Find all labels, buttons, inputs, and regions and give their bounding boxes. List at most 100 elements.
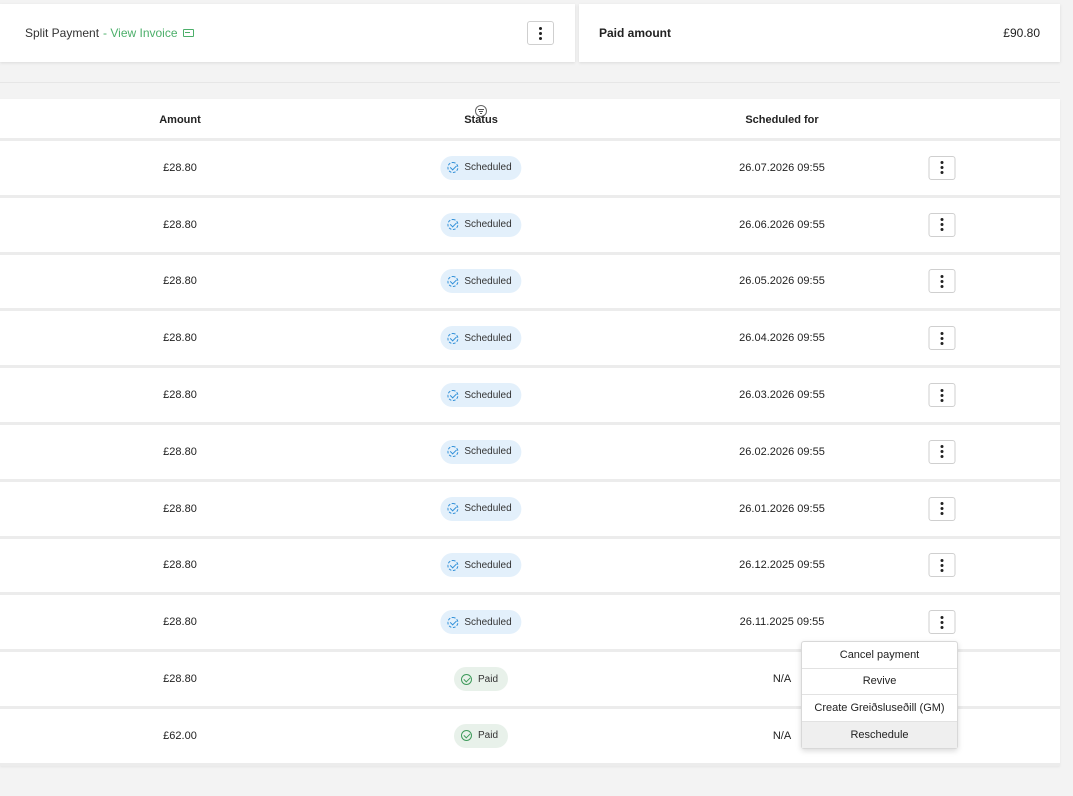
status-label: Scheduled [464, 616, 512, 628]
menu-item-cancel-payment[interactable]: Cancel payment [802, 642, 957, 669]
table-row: £28.80 Scheduled 26.03.2026 09:55 [0, 368, 1060, 425]
dot-icon [539, 36, 542, 40]
amount-cell: £28.80 [163, 445, 197, 458]
section-divider [0, 82, 1060, 83]
dot-icon [539, 31, 542, 35]
dot-icon [940, 625, 944, 629]
scheduled-for-cell: 26.01.2026 09:55 [739, 502, 825, 515]
dot-icon [940, 171, 944, 175]
amount-cell: £28.80 [163, 502, 197, 515]
dot-icon [940, 336, 944, 340]
row-actions-button[interactable] [928, 326, 956, 351]
status-badge: Scheduled [440, 553, 522, 578]
view-invoice-link[interactable]: - View Invoice [103, 26, 194, 40]
table-row: £28.80 Scheduled 26.02.2026 09:55 [0, 424, 1060, 482]
row-actions-button[interactable] [928, 610, 956, 635]
row-actions-button[interactable] [928, 496, 956, 521]
dot-icon [940, 279, 944, 283]
row-actions-button[interactable] [928, 439, 956, 464]
dot-icon [940, 455, 944, 459]
row-actions-menu: Cancel payment Revive Create Greiðsluseðil… [801, 641, 958, 749]
amount-cell: £28.80 [163, 161, 197, 174]
check-circle-icon [460, 730, 472, 742]
status-label: Paid [477, 673, 499, 685]
amount-cell: £28.80 [163, 275, 197, 288]
scheduled-for-cell: N/A [772, 673, 792, 686]
scheduled-check-icon [447, 219, 459, 231]
paid-amount-card: Paid amount £90.80 [579, 4, 1060, 62]
dot-icon [940, 228, 944, 232]
table-row: £28.80 Scheduled 26.04.2026 09:55 [0, 311, 1060, 369]
menu-item-create-grei-sluse-ill-gm[interactable]: Create Greiðsluseðill (GM) [802, 695, 957, 722]
table-row: £28.80 Scheduled 26.05.2026 09:55 [0, 254, 1060, 312]
status-label: Scheduled [464, 389, 512, 401]
table-row: £28.80 Scheduled 26.12.2025 09:55 [0, 538, 1060, 596]
dot-icon [940, 445, 944, 449]
amount-cell: £28.80 [163, 673, 197, 686]
scheduled-check-icon [447, 559, 459, 571]
dot-icon [940, 507, 944, 511]
amount-cell: £28.80 [163, 559, 197, 572]
dot-icon [539, 26, 542, 30]
scheduled-for-cell: 26.02.2026 09:55 [739, 445, 825, 458]
status-cell: Scheduled [440, 439, 522, 464]
split-payment-label: Split Payment [25, 26, 100, 40]
header-amount[interactable]: Amount [159, 114, 201, 126]
amount-cell: £28.80 [163, 332, 197, 345]
table-row: £28.80 Scheduled 26.06.2026 09:55 [0, 197, 1060, 255]
dot-icon [940, 161, 944, 165]
amount-cell: £28.80 [163, 218, 197, 231]
split-payment-more-button[interactable] [527, 21, 554, 45]
dot-icon [940, 512, 944, 516]
status-cell: Paid [453, 667, 509, 692]
dot-icon [940, 558, 944, 562]
scheduled-check-icon [447, 503, 459, 515]
row-actions-button[interactable] [928, 212, 956, 237]
status-label: Scheduled [464, 446, 512, 458]
dot-icon [940, 223, 944, 227]
scheduled-for-cell: 26.06.2026 09:55 [739, 218, 825, 231]
status-label: Scheduled [464, 559, 512, 571]
menu-item-reschedule[interactable]: Reschedule [802, 721, 957, 748]
scheduled-for-cell: 26.04.2026 09:55 [739, 332, 825, 345]
table-row: £28.80 Scheduled 26.07.2026 09:55 [0, 141, 1060, 198]
scheduled-for-cell: 26.07.2026 09:55 [739, 161, 825, 174]
status-label: Scheduled [464, 275, 512, 287]
scheduled-check-icon [447, 332, 459, 344]
dot-icon [940, 615, 944, 619]
scheduled-for-cell: 26.12.2025 09:55 [739, 559, 825, 572]
dot-icon [940, 563, 944, 567]
status-cell: Scheduled [440, 155, 522, 180]
status-badge: Scheduled [440, 326, 522, 351]
dot-icon [940, 284, 944, 288]
status-cell: Scheduled [440, 610, 522, 635]
status-badge: Scheduled [440, 383, 522, 408]
header-scheduled-for[interactable]: Scheduled for [745, 114, 818, 126]
dot-icon [940, 388, 944, 392]
check-circle-icon [460, 673, 472, 685]
scheduled-check-icon [447, 162, 459, 174]
status-label: Scheduled [464, 503, 512, 515]
status-label: Scheduled [464, 162, 512, 174]
status-cell: Scheduled [440, 496, 522, 521]
status-cell: Paid [453, 723, 509, 748]
status-badge: Scheduled [440, 212, 522, 237]
status-cell: Scheduled [440, 212, 522, 237]
scheduled-check-icon [447, 275, 459, 287]
scheduled-for-cell: N/A [772, 729, 792, 742]
status-label: Scheduled [464, 332, 512, 344]
row-actions-button[interactable] [928, 553, 956, 578]
row-actions-button[interactable] [928, 269, 956, 294]
status-badge: Paid [453, 667, 509, 692]
scheduled-for-cell: 26.05.2026 09:55 [739, 275, 825, 288]
header-status[interactable]: Status [464, 114, 498, 126]
row-actions-button[interactable] [928, 383, 956, 408]
dot-icon [940, 568, 944, 572]
row-actions-button[interactable] [928, 155, 956, 180]
table-header: Amount Status Scheduled for [0, 99, 1060, 141]
menu-item-revive[interactable]: Revive [802, 669, 957, 695]
status-cell: Scheduled [440, 326, 522, 351]
amount-cell: £28.80 [163, 616, 197, 629]
paid-amount-label: Paid amount [599, 26, 672, 40]
view-invoice-label: - View Invoice [103, 26, 178, 40]
